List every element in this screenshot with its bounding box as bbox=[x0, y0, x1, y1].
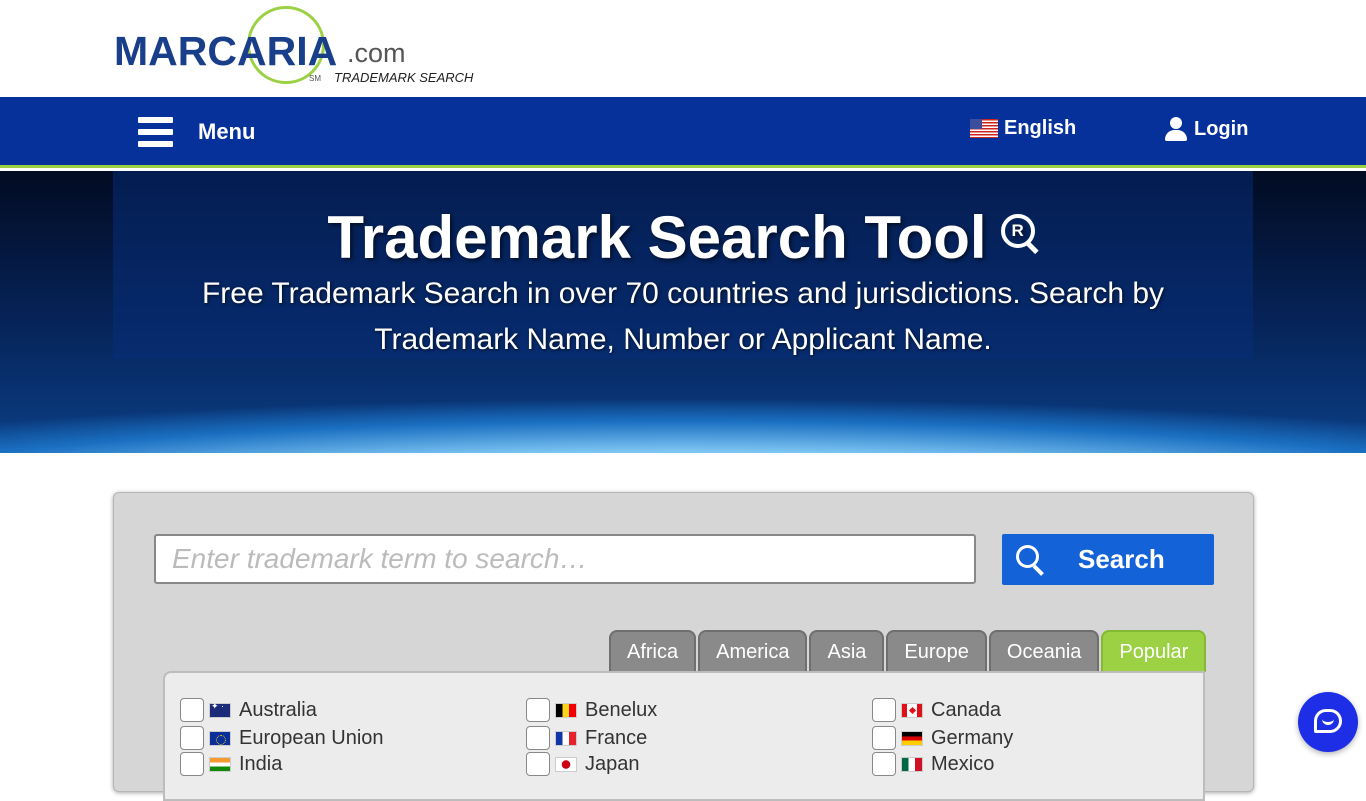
marcaria-logo[interactable]: MARCARIA .com SM TRADEMARK SEARCH bbox=[112, 6, 482, 90]
benelux-flag-icon bbox=[555, 702, 577, 718]
country-label: Australia bbox=[239, 698, 317, 721]
hero-banner: Trademark Search Tool Free Trademark Sea… bbox=[0, 171, 1366, 453]
region-tabs: Africa America Asia Europe Oceania Popul… bbox=[609, 630, 1208, 672]
country-item-australia[interactable]: Australia bbox=[180, 698, 317, 722]
country-label: Germany bbox=[931, 726, 1014, 749]
logo-suffix: .com bbox=[347, 38, 406, 68]
mx-flag-icon bbox=[901, 756, 923, 772]
page-subtitle: Free Trademark Search in over 70 countri… bbox=[201, 277, 1165, 356]
fr-flag-icon bbox=[555, 730, 577, 746]
country-checkbox[interactable] bbox=[872, 698, 896, 722]
tab-asia[interactable]: Asia bbox=[809, 630, 885, 672]
country-item-benelux[interactable]: Benelux bbox=[526, 698, 657, 722]
country-item-japan[interactable]: Japan bbox=[526, 752, 640, 776]
search-panel: Search Africa America Asia Europe Oceani… bbox=[113, 492, 1254, 801]
de-flag-icon bbox=[901, 730, 923, 746]
country-label: France bbox=[585, 726, 648, 749]
country-checkbox[interactable] bbox=[526, 752, 550, 776]
country-checkbox[interactable] bbox=[180, 726, 204, 750]
country-checkbox[interactable] bbox=[180, 752, 204, 776]
country-checkbox[interactable] bbox=[872, 752, 896, 776]
in-flag-icon bbox=[209, 756, 231, 772]
main-nav: Menu English Login bbox=[0, 97, 1366, 168]
logo-servicemark: SM bbox=[309, 74, 321, 83]
ca-flag-icon bbox=[901, 702, 923, 718]
country-item-canada[interactable]: Canada bbox=[872, 698, 1001, 722]
country-list: Australia Benelux Canada European Union … bbox=[163, 671, 1205, 801]
trademark-search-input[interactable] bbox=[154, 534, 976, 584]
login-label: Login bbox=[1194, 117, 1249, 140]
trademark-search-icon bbox=[1000, 214, 1039, 252]
login-link[interactable]: Login bbox=[1165, 117, 1248, 141]
menu-label: Menu bbox=[198, 119, 256, 144]
country-label: Japan bbox=[585, 752, 640, 775]
au-flag-icon bbox=[209, 701, 231, 718]
country-item-germany[interactable]: Germany bbox=[872, 726, 1013, 750]
country-label: Canada bbox=[931, 698, 1002, 721]
page-title: Trademark Search Tool bbox=[0, 203, 1366, 272]
tab-europe[interactable]: Europe bbox=[886, 630, 987, 672]
hamburger-icon bbox=[138, 117, 173, 147]
country-label: Benelux bbox=[585, 698, 658, 721]
tab-popular[interactable]: Popular bbox=[1101, 630, 1207, 672]
live-chat-button[interactable] bbox=[1298, 692, 1358, 752]
eu-flag-icon bbox=[209, 730, 231, 746]
page-title-text: Trademark Search Tool bbox=[327, 204, 987, 271]
tab-africa[interactable]: Africa bbox=[609, 630, 697, 672]
language-label: English bbox=[1004, 117, 1077, 139]
country-checkbox[interactable] bbox=[526, 698, 550, 722]
language-selector[interactable]: English bbox=[970, 117, 1076, 140]
logo-text: MARCARIA bbox=[114, 28, 338, 74]
tab-oceania[interactable]: Oceania bbox=[988, 630, 1100, 672]
us-flag-icon bbox=[970, 119, 998, 138]
country-label: India bbox=[239, 752, 283, 775]
country-item-india[interactable]: India bbox=[180, 752, 282, 776]
country-item-mexico[interactable]: Mexico bbox=[872, 752, 994, 776]
country-item-france[interactable]: France bbox=[526, 726, 647, 750]
user-icon bbox=[1165, 117, 1187, 141]
search-button-label: Search bbox=[1078, 544, 1165, 574]
menu-button[interactable]: Menu bbox=[138, 115, 255, 149]
search-icon bbox=[1016, 544, 1046, 575]
country-checkbox[interactable] bbox=[872, 726, 896, 750]
logo-subtitle: TRADEMARK SEARCH bbox=[334, 70, 474, 85]
jp-flag-icon bbox=[555, 756, 577, 772]
chat-icon bbox=[1314, 709, 1342, 733]
tab-america[interactable]: America bbox=[698, 630, 808, 672]
country-label: European Union bbox=[239, 726, 384, 749]
search-button[interactable]: Search bbox=[1002, 534, 1214, 585]
country-label: Mexico bbox=[931, 752, 995, 775]
country-checkbox[interactable] bbox=[526, 726, 550, 750]
site-header: MARCARIA .com SM TRADEMARK SEARCH bbox=[0, 0, 1366, 97]
country-checkbox[interactable] bbox=[180, 698, 204, 722]
country-item-european-union[interactable]: European Union bbox=[180, 726, 384, 750]
